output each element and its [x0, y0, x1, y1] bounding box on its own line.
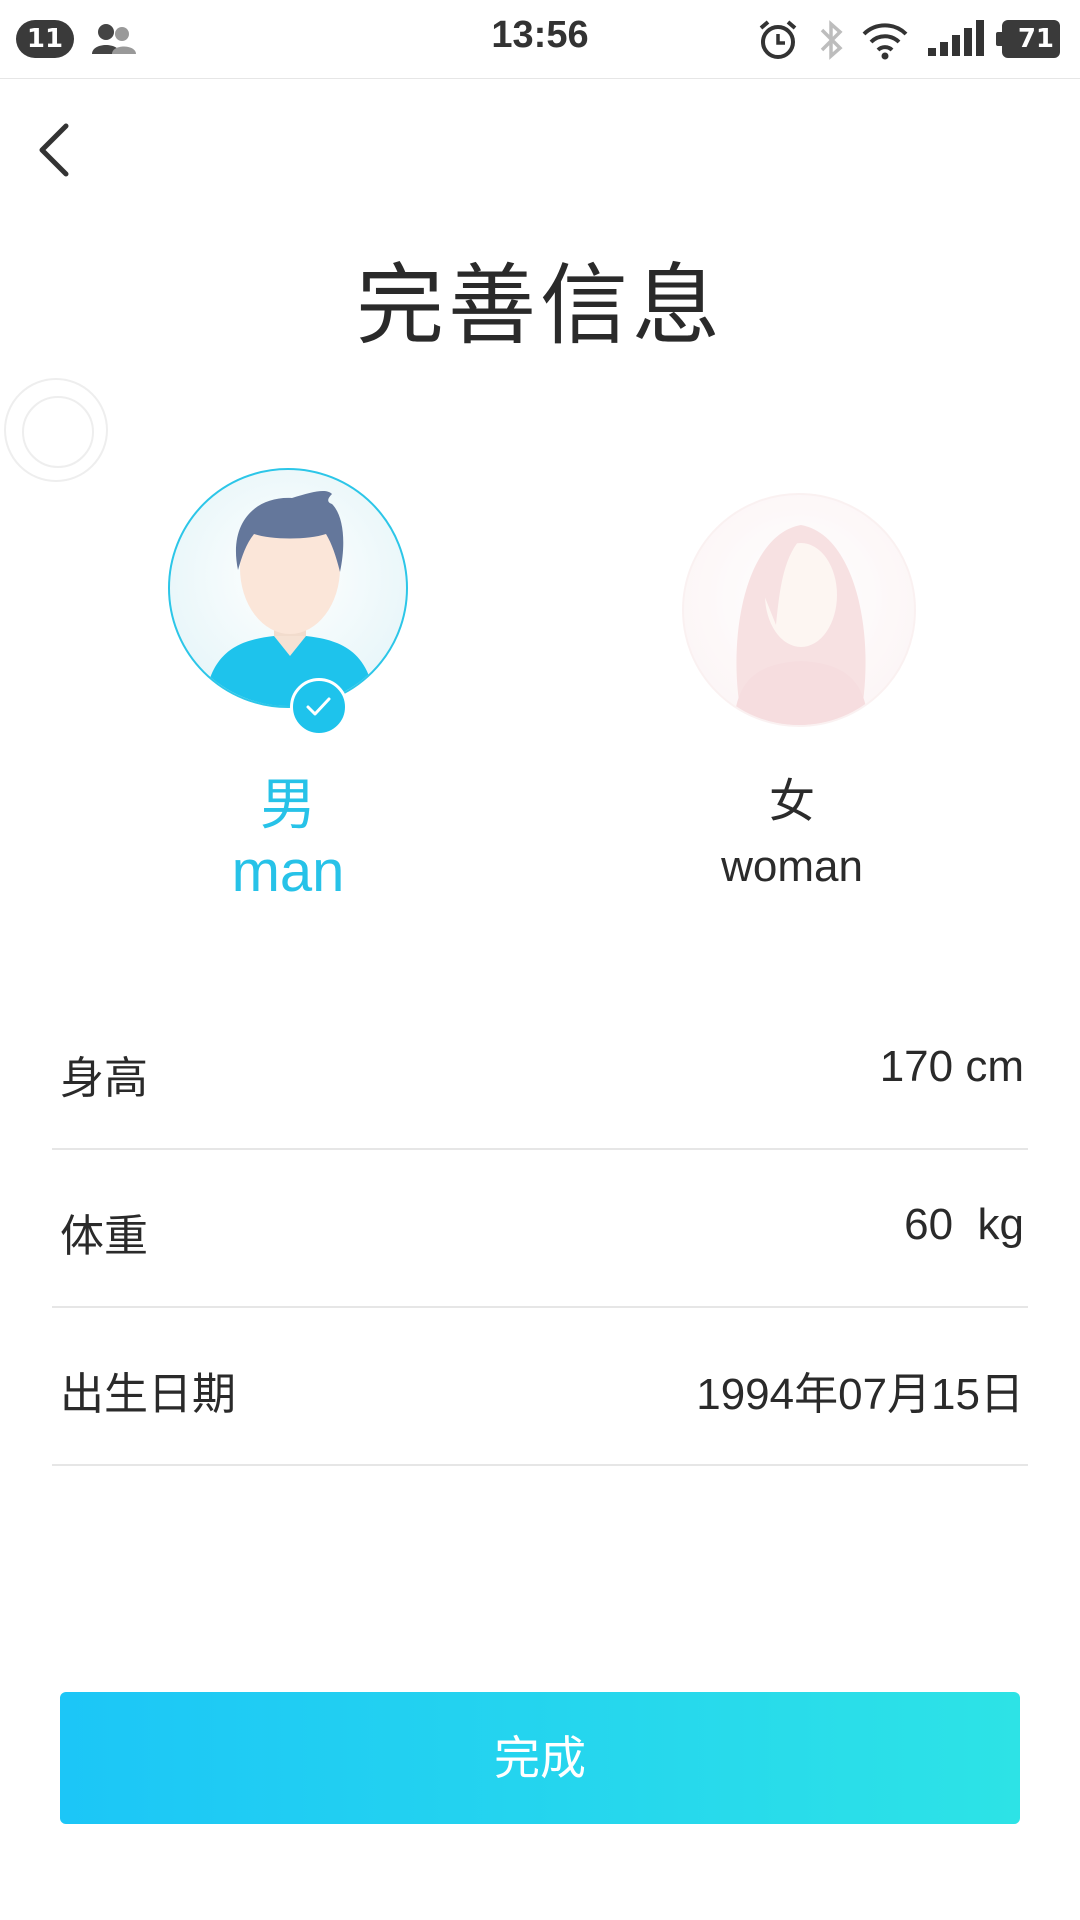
- avatar-man-wrap: [168, 468, 408, 736]
- check-icon: [290, 678, 348, 736]
- gender-man-label-en: man: [231, 839, 345, 904]
- birth-date-row[interactable]: 出生日期 1994年07月15日: [52, 1308, 1028, 1466]
- chevron-left-icon: [39, 123, 69, 177]
- floating-assistive-ball[interactable]: [4, 378, 108, 482]
- bluetooth-icon: [820, 20, 843, 60]
- wifi-icon: [862, 23, 908, 60]
- page-title: 完善信息: [355, 254, 724, 357]
- birth-date-value: 1994年07月15日: [696, 1370, 1024, 1419]
- female-figure-icon: [734, 525, 868, 725]
- back-button[interactable]: [24, 110, 84, 190]
- height-label: 身高: [60, 1053, 148, 1104]
- status-bar: 11 13:56 71: [0, 0, 1080, 79]
- male-avatar: [168, 468, 408, 708]
- avatar-woman-wrap: [672, 468, 916, 727]
- done-button[interactable]: 完成: [60, 1692, 1020, 1824]
- male-figure-icon: [204, 491, 376, 706]
- gender-woman-label-en: woman: [721, 842, 863, 891]
- height-value: 170 cm: [879, 1042, 1024, 1091]
- female-avatar: [682, 493, 916, 727]
- weight-value: 60 kg: [904, 1200, 1024, 1249]
- signal-icon: [928, 20, 984, 56]
- status-time: 13:56: [491, 14, 589, 56]
- weight-label: 体重: [60, 1211, 148, 1262]
- gender-woman-label-cn: 女: [769, 774, 815, 828]
- alarm-icon: [759, 20, 797, 59]
- battery-indicator: 71: [996, 20, 1060, 58]
- birth-date-label: 出生日期: [60, 1369, 236, 1420]
- gender-option-man[interactable]: 男 man: [138, 460, 438, 920]
- gender-option-woman[interactable]: 女 woman: [642, 460, 942, 920]
- complete-profile-screen: 11 13:56 71 完善信息 男 man 女 woman 身高 170 cm…: [0, 0, 1080, 1920]
- height-row[interactable]: 身高 170 cm: [52, 992, 1028, 1150]
- gender-man-label-cn: 男: [260, 773, 316, 838]
- weight-row[interactable]: 体重 60 kg: [52, 1150, 1028, 1308]
